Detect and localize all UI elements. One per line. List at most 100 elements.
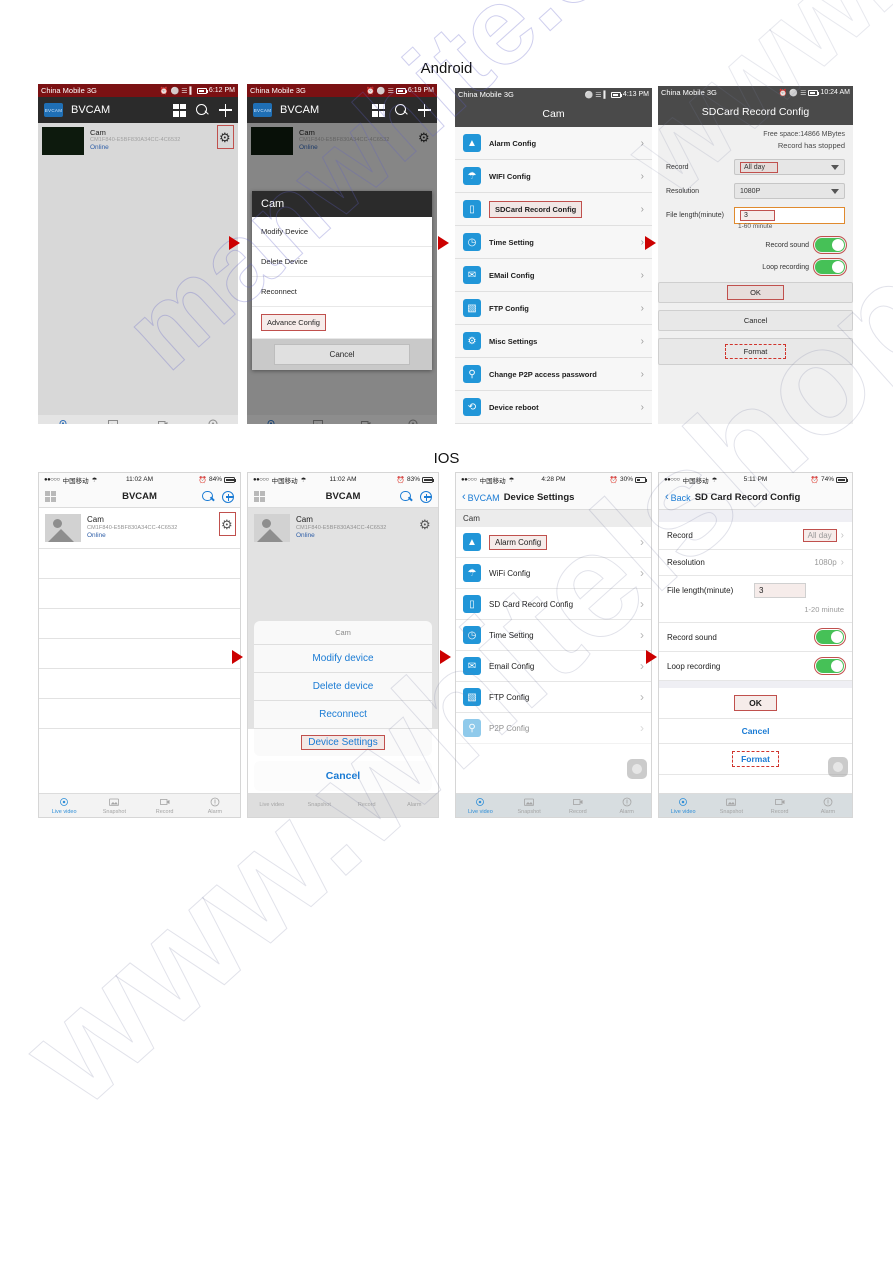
grid-icon[interactable] (254, 491, 265, 502)
wifi-icon: ☰ (387, 87, 394, 95)
search-icon[interactable] (395, 103, 408, 117)
settings-item-label: SDCard Record Config (489, 200, 583, 218)
file-length-input[interactable]: 3 (754, 583, 806, 598)
record-row[interactable]: Record All day › (659, 522, 852, 550)
tab-snapshot[interactable]: Snapshot (296, 802, 344, 808)
settings-item-misc-settings[interactable]: ⚙ Misc Settings › (455, 325, 652, 358)
settings-item-sdcard-record-config[interactable]: ▯ SDCard Record Config › (455, 193, 652, 226)
tab-alarm[interactable]: Alarm (188, 418, 238, 424)
mute-icon: ⚪ (170, 87, 180, 95)
settings-item-alarm-config[interactable]: ▲ Alarm Config › (455, 127, 652, 160)
tab-record[interactable]: Record (138, 418, 188, 424)
plus-icon[interactable] (418, 103, 431, 117)
plus-icon[interactable] (219, 103, 232, 117)
tab-live-video[interactable]: Live video (38, 418, 88, 424)
grid-icon[interactable] (372, 103, 385, 117)
dialog-item-advance-config[interactable]: Advance Config (261, 314, 326, 331)
chevron-right-icon: › (640, 368, 644, 380)
settings-item-ftp-config[interactable]: ▧ FTP Config › (455, 292, 652, 325)
resolution-row[interactable]: Resolution 1080p › (659, 550, 852, 576)
device-settings-gear-button[interactable]: ⚙ (216, 124, 235, 150)
settings-item-email-config[interactable]: ✉ Email Config › (456, 651, 651, 682)
grid-icon[interactable] (173, 103, 186, 117)
tab-record[interactable]: Record (343, 802, 391, 808)
tab-alarm[interactable]: Alarm (804, 796, 852, 815)
action-modify-device[interactable]: Modify device (254, 645, 432, 673)
tab-alarm[interactable]: Alarm (391, 802, 439, 808)
settings-item-time-setting[interactable]: ◷ Time Setting › (456, 620, 651, 651)
device-settings-gear-button[interactable]: ⚙ (218, 511, 237, 537)
action-sheet-cancel-button[interactable]: Cancel (254, 761, 432, 791)
settings-item-label: Misc Settings (489, 336, 538, 346)
tab-record[interactable]: Record (140, 796, 190, 815)
dialog-item-reconnect[interactable]: Reconnect (252, 277, 432, 307)
device-list-item[interactable]: Cam CM1F840-E5BF830A34CC-4C6532 Online ⚙ (38, 123, 238, 161)
plus-icon[interactable] (222, 490, 234, 503)
format-button[interactable]: Format (724, 344, 787, 359)
wifi-icon: ☰ (181, 87, 188, 95)
action-reconnect[interactable]: Reconnect (254, 701, 432, 729)
loop-recording-toggle[interactable] (813, 656, 847, 676)
settings-item-wifi-config[interactable]: ☂ WIFI Config › (455, 160, 652, 193)
tab-alarm[interactable]: Alarm (190, 796, 240, 815)
tab-live-video[interactable]: Live video (39, 796, 89, 815)
tab-live-video[interactable]: Live video (659, 796, 707, 815)
dialog-cancel-button[interactable]: Cancel (274, 344, 410, 365)
android-bottom-tabbar: Live video Snapshot Record Alarm (38, 415, 238, 424)
dialog-item-delete-device[interactable]: Delete Device (252, 247, 432, 277)
tab-live-video[interactable]: Live video (248, 802, 296, 808)
tab-snapshot[interactable]: Snapshot (89, 796, 139, 815)
tab-snapshot[interactable]: Snapshot (707, 796, 755, 815)
device-list-item[interactable]: Cam CM1F840-E5BF830A34CC-4C6532 Online ⚙ (39, 508, 240, 549)
tab-live-video[interactable]: Live video (456, 796, 505, 815)
record-sound-toggle[interactable] (812, 235, 848, 255)
file-length-input[interactable]: 3 (734, 207, 845, 224)
live-video-icon (476, 798, 485, 806)
loop-recording-toggle[interactable] (812, 257, 848, 277)
search-icon[interactable] (196, 103, 209, 117)
assistive-touch-button[interactable] (828, 757, 848, 777)
alarm-icon (208, 419, 218, 424)
action-sheet-title: Cam (254, 621, 432, 645)
ok-button[interactable]: OK (727, 285, 784, 300)
settings-item-wifi-config[interactable]: ☂ WiFi Config › (456, 558, 651, 589)
chevron-right-icon: › (640, 302, 644, 314)
settings-item-p2p-config[interactable]: ⚲ P2P Config › (456, 713, 651, 744)
settings-item-email-config[interactable]: ✉ EMail Config › (455, 259, 652, 292)
tab-record[interactable]: Record (756, 796, 804, 815)
format-button[interactable]: Format (732, 751, 779, 767)
ios-screen-sdcard-record-config: ●●○○○ 中国移动 ☂ 5:11 PM ⏰ 74% ‹ Back SD Car… (658, 472, 853, 818)
tab-label: Record (357, 802, 376, 809)
settings-item-device-reboot[interactable]: ⟲ Device reboot › (455, 391, 652, 424)
tab-label: Snapshot (719, 808, 743, 815)
format-button-row: Format (659, 744, 852, 775)
resolution-select[interactable]: 1080P (734, 183, 845, 199)
cancel-button[interactable]: Cancel (742, 726, 770, 736)
search-icon[interactable] (400, 490, 412, 503)
tab-alarm[interactable]: Alarm (602, 796, 651, 815)
tab-snapshot[interactable]: Snapshot (88, 418, 138, 424)
action-device-settings[interactable]: Device Settings (301, 735, 385, 750)
record-select[interactable]: All day (734, 159, 845, 175)
settings-item-time-setting[interactable]: ◷ Time Setting › (455, 226, 652, 259)
search-icon[interactable] (202, 490, 214, 503)
settings-item-change-p2p-password[interactable]: ⚲ Change P2P access password › (455, 358, 652, 391)
cancel-button[interactable]: Cancel (658, 310, 853, 331)
device-settings-gear-button[interactable]: ⚙ (419, 514, 432, 534)
dialog-item-modify-device[interactable]: Modify Device (252, 217, 432, 247)
plus-icon[interactable] (420, 490, 432, 503)
tab-record[interactable]: Record (554, 796, 603, 815)
tab-snapshot[interactable]: Snapshot (505, 796, 554, 815)
settings-item-sdcard-record-config[interactable]: ▯ SD Card Record Config › (456, 589, 651, 620)
back-button[interactable]: ‹ BVCAM (462, 492, 500, 503)
tab-label: Snapshot (307, 802, 331, 809)
settings-item-alarm-config[interactable]: ▲ Alarm Config › (456, 527, 651, 558)
ftp-icon: ▧ (463, 299, 481, 317)
grid-icon[interactable] (45, 491, 56, 502)
ok-button[interactable]: OK (734, 695, 777, 711)
record-sound-toggle[interactable] (813, 627, 847, 647)
back-button[interactable]: ‹ Back (665, 492, 691, 503)
assistive-touch-button[interactable] (627, 759, 647, 779)
action-delete-device[interactable]: Delete device (254, 673, 432, 701)
settings-item-ftp-config[interactable]: ▧ FTP Config › (456, 682, 651, 713)
